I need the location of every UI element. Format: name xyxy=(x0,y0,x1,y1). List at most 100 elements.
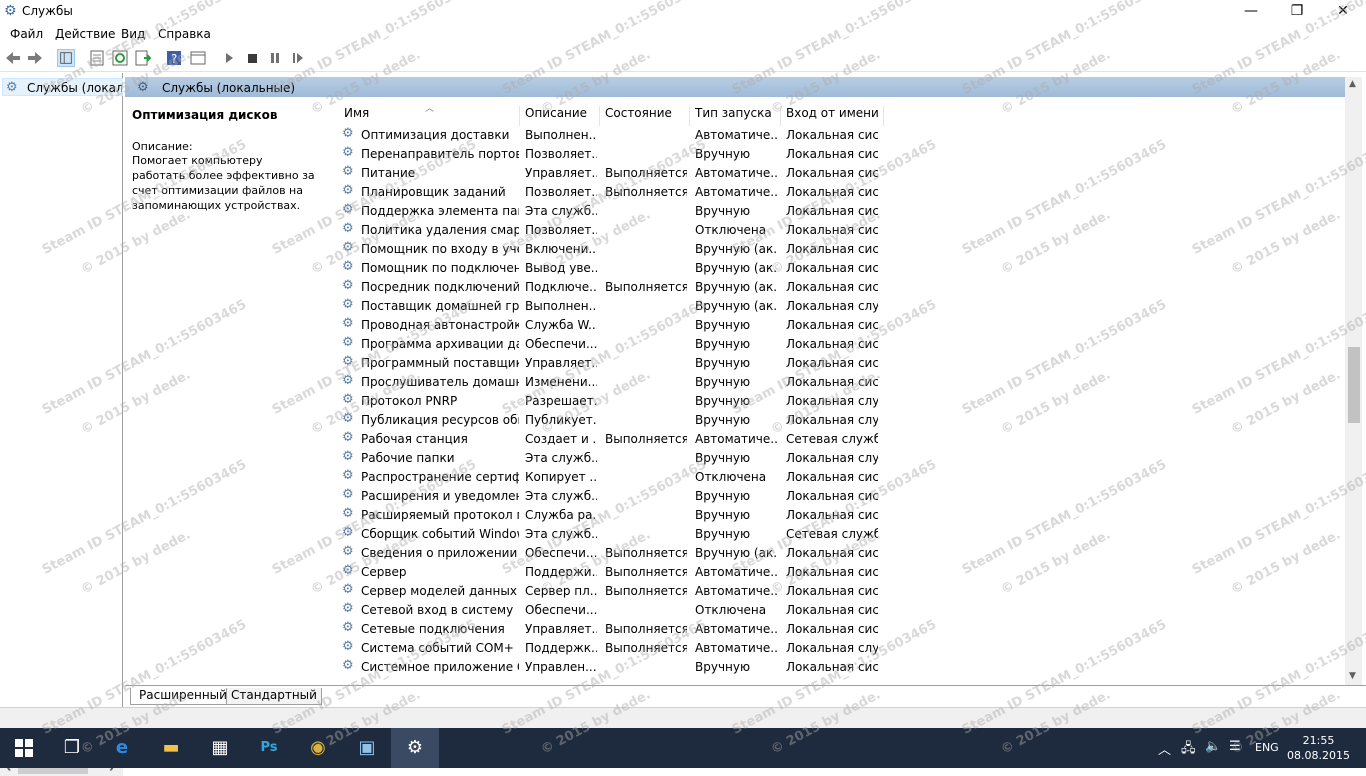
input-language[interactable]: ENG xyxy=(1255,741,1279,754)
table-row[interactable]: ⚙ Поддержка элемента пане... Эта служб... В… xyxy=(340,201,1100,220)
task-view-icon[interactable]: ❐ xyxy=(48,728,96,768)
table-row[interactable]: ⚙ Сервер моделей данных п... Сервер пл... В… xyxy=(340,581,1100,600)
stop-service-icon[interactable] xyxy=(243,49,261,67)
table-row[interactable]: ⚙ Питание Управляет... Выполняется Автоматич… xyxy=(340,163,1100,182)
menu-help[interactable]: Справка xyxy=(158,27,211,41)
console-tree-icon[interactable] xyxy=(57,49,75,67)
menu-view[interactable]: Вид xyxy=(121,27,145,41)
services-taskbar-icon[interactable]: ⚙ xyxy=(391,728,439,768)
scroll-up-icon[interactable]: ▲ xyxy=(1349,79,1356,89)
vertical-scrollbar[interactable]: ▲ ▼ xyxy=(1345,77,1362,685)
description-panel: Оптимизация дисков Описание: Помогает ко… xyxy=(132,108,332,213)
start-service-icon[interactable] xyxy=(220,49,238,67)
table-row[interactable]: ⚙ Планировщик заданий Позволяет... Выполняе… xyxy=(340,182,1100,201)
properties-icon[interactable] xyxy=(88,49,106,67)
file-explorer-icon[interactable]: ▬ xyxy=(147,728,195,768)
column-header-name[interactable]: Имя ︿ xyxy=(340,104,520,126)
table-row[interactable]: ⚙ Система событий COM+ Поддержк... Выполняе… xyxy=(340,638,1100,657)
close-button[interactable]: ✕ xyxy=(1320,0,1366,24)
table-row[interactable]: ⚙ Сетевой вход в систему Обеспечи... Отключ… xyxy=(340,600,1100,619)
show-pane-icon[interactable] xyxy=(189,49,207,67)
service-state: Выполняется xyxy=(605,280,687,294)
table-row[interactable]: ⚙ Рабочая станция Создает и ... Выполняется… xyxy=(340,429,1100,448)
table-row[interactable]: ⚙ Протокол PNRP Разрешает... Вручную Локальн… xyxy=(340,391,1100,410)
export-list-icon[interactable] xyxy=(134,49,152,67)
table-row[interactable]: ⚙ Перенаправитель портов ... Позволяет... В… xyxy=(340,144,1100,163)
taskbar: ❐ e ▬ ▦ Ps ◉ ▣ ⚙ ︿ 🖧 🔈 ☰ ENG 21:55 08.08… xyxy=(0,728,1366,768)
network-icon[interactable]: 🖧 xyxy=(1181,739,1196,761)
tree-item-label: Службы (локалы xyxy=(27,81,123,95)
table-row[interactable]: ⚙ Сведения о приложении Обеспечи... Выполня… xyxy=(340,543,1100,562)
service-description: Служба ра... xyxy=(525,508,597,522)
tab-extended[interactable]: Расширенный xyxy=(130,688,232,705)
column-header-description[interactable]: Описание xyxy=(520,106,600,126)
table-row[interactable]: ⚙ Политика удаления смарт... Позволяет... О… xyxy=(340,220,1100,239)
table-row[interactable]: ⚙ Рабочие папки Эта служб... Вручную Локальн… xyxy=(340,448,1100,467)
pause-service-icon[interactable] xyxy=(266,49,284,67)
tray-overflow-icon[interactable]: ︿ xyxy=(1158,739,1171,758)
store-icon[interactable]: ▦ xyxy=(196,728,244,768)
column-header-startup-type[interactable]: Тип запуска xyxy=(690,106,781,126)
service-startup-type: Вручную (ак... xyxy=(695,261,777,275)
table-row[interactable]: ⚙ Программа архивации да... Обеспечи... Вру… xyxy=(340,334,1100,353)
column-header-state[interactable]: Состояние xyxy=(600,106,690,126)
service-startup-type: Автоматиче... xyxy=(695,584,777,598)
clock[interactable]: 21:55 08.08.2015 xyxy=(1287,733,1350,763)
scroll-thumb[interactable] xyxy=(1348,347,1360,423)
forward-arrow-icon[interactable] xyxy=(26,49,44,67)
service-name: Публикация ресурсов обн... xyxy=(361,413,519,427)
table-row[interactable]: ⚙ Расширения и уведомлен... Эта служб... Вр… xyxy=(340,486,1100,505)
table-row[interactable]: ⚙ Сервер Поддержи... Выполняется Автоматиче.… xyxy=(340,562,1100,581)
console-tree-pane: ⚙ Службы (локалы ❮ ❯ xyxy=(0,73,123,776)
service-name: Оптимизация доставки xyxy=(361,128,510,142)
menu-action[interactable]: Действие xyxy=(55,27,115,41)
table-row[interactable]: ⚙ Системное приложение C... Управлен... Вру… xyxy=(340,657,1100,676)
table-row[interactable]: ⚙ Публикация ресурсов обн... Публикует... В… xyxy=(340,410,1100,429)
table-row[interactable]: ⚙ Помощник по входу в уче... Включени... Вр… xyxy=(340,239,1100,258)
volume-icon[interactable]: 🔈 xyxy=(1205,739,1221,754)
start-button[interactable] xyxy=(0,728,48,768)
refresh-icon[interactable] xyxy=(111,49,129,67)
table-row[interactable]: ⚙ Оптимизация доставки Выполнен... Автомати… xyxy=(340,125,1100,144)
table-row[interactable]: ⚙ Прослушиватель домашн... Изменени... Вруч… xyxy=(340,372,1100,391)
service-gear-icon: ⚙ xyxy=(342,202,354,217)
restart-service-icon[interactable] xyxy=(289,49,307,67)
table-row[interactable]: ⚙ Посредник подключений ... Подключе... Вып… xyxy=(340,277,1100,296)
maximize-button[interactable]: ❐ xyxy=(1274,0,1320,24)
table-row[interactable]: ⚙ Поставщик домашней гру... Выполнен... Вру… xyxy=(340,296,1100,315)
scroll-down-icon[interactable]: ▼ xyxy=(1349,671,1356,681)
back-arrow-icon[interactable] xyxy=(4,49,22,67)
tree-item-services-local[interactable]: ⚙ Службы (локалы xyxy=(2,78,123,96)
table-row[interactable]: ⚙ Сетевые подключения Управляет... Выполняе… xyxy=(340,619,1100,638)
table-row[interactable]: ⚙ Сборщик событий Windows Эта служб... Вруч… xyxy=(340,524,1100,543)
service-description: Позволяет... xyxy=(525,185,597,199)
table-row[interactable]: ⚙ Программный поставщик... Управляет... Вру… xyxy=(340,353,1100,372)
edge-browser-icon[interactable]: e xyxy=(98,728,146,768)
help-icon[interactable]: ? xyxy=(165,49,183,67)
service-gear-icon: ⚙ xyxy=(342,392,354,407)
service-logon-as: Локальная сис... xyxy=(786,470,878,484)
minimize-button[interactable]: — xyxy=(1228,0,1274,24)
table-row[interactable]: ⚙ Помощник по подключен... Вывод уве... Вру… xyxy=(340,258,1100,277)
chrome-icon[interactable]: ◉ xyxy=(294,728,342,768)
service-gear-icon: ⚙ xyxy=(342,487,354,502)
service-name: Система событий COM+ xyxy=(361,641,514,655)
control-panel-icon[interactable]: ▣ xyxy=(343,728,391,768)
service-gear-icon: ⚙ xyxy=(342,563,354,578)
tab-standard[interactable]: Стандартный xyxy=(226,688,322,705)
table-row[interactable]: ⚙ Расширяемый протокол п... Служба ра... Вр… xyxy=(340,505,1100,524)
table-row[interactable]: ⚙ Проводная автонастройка Служба W... Вручн… xyxy=(340,315,1100,334)
service-startup-type: Автоматиче... xyxy=(695,565,777,579)
service-logon-as: Локальная слу... xyxy=(786,413,878,427)
window-title: Службы xyxy=(22,4,73,18)
service-name: Питание xyxy=(361,166,416,180)
menu-file[interactable]: Файл xyxy=(10,27,43,41)
service-description: Создает и ... xyxy=(525,432,597,446)
table-row[interactable]: ⚙ Распространение сертифи... Копирует ... О… xyxy=(340,467,1100,486)
column-header-logon-as[interactable]: Вход от имени xyxy=(781,106,884,126)
notifications-icon[interactable]: ☰ xyxy=(1229,739,1241,754)
service-logon-as: Локальная сис... xyxy=(786,318,878,332)
service-startup-type: Вручную xyxy=(695,451,751,465)
column-name-label: Имя xyxy=(344,106,370,120)
photoshop-icon[interactable]: Ps xyxy=(245,728,293,768)
